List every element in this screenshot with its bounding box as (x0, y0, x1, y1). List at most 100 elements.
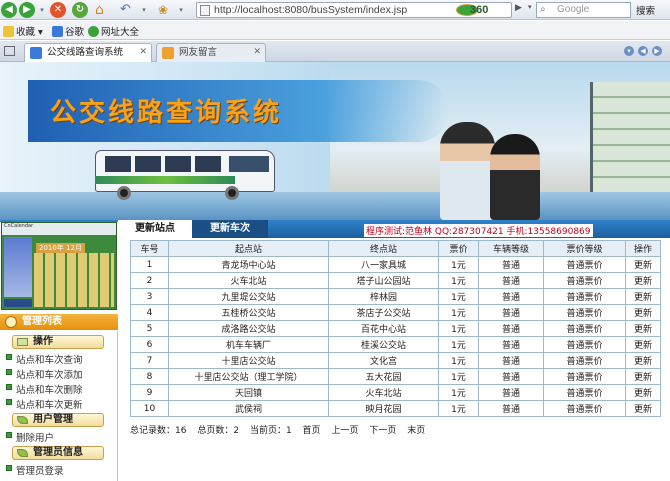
address-bar[interactable]: http://localhost:8080/busSystem/index.js… (196, 2, 512, 18)
prev-page-link[interactable]: 上一页 (331, 426, 358, 436)
sidebar-item-query[interactable]: 站点和车次查询 (6, 352, 83, 366)
tab-scroll-left-icon[interactable]: ◀ (638, 46, 648, 56)
table-cell: 普通票价 (543, 320, 626, 337)
cell-action: 更新 (625, 400, 661, 417)
undo-dropdown-icon[interactable]: ▾ (139, 4, 149, 16)
google-icon (52, 26, 63, 37)
table-cell: 九里堤公交站 (168, 288, 329, 305)
refresh-icon[interactable]: ↻ (72, 2, 88, 18)
sidebar-menu: 操作 站点和车次查询 站点和车次添加 站点和车次删除 站点和车次更新 用户管理 … (0, 331, 118, 481)
table-row: 4 五桂桥公交站 茶店子公交站 1元 普通 普通票价 更新 (130, 304, 661, 321)
close-tab-icon[interactable]: ✕ (139, 44, 147, 61)
calendar-header: CnCalendar (2, 223, 116, 235)
table-cell: 普通 (478, 256, 544, 273)
table-cell: 桂溪公交站 (328, 336, 439, 353)
update-link[interactable]: 更新 (634, 386, 652, 399)
bullet-icon (6, 432, 12, 438)
table-cell: 梓林园 (328, 288, 439, 305)
globe-icon (88, 26, 99, 37)
table-cell: 塔子山公园站 (328, 272, 439, 289)
leaf-icon (17, 449, 28, 457)
tab-scroll-right-icon[interactable]: ▶ (652, 46, 662, 56)
table-cell: 普通票价 (543, 400, 626, 417)
history-dropdown-icon[interactable]: ▾ (37, 4, 47, 16)
next-page-link[interactable]: 下一页 (369, 426, 396, 436)
update-link[interactable]: 更新 (634, 370, 652, 383)
calendar-grid[interactable] (34, 253, 114, 307)
table-row: 8 十里店公交站（理工学院） 五大花园 1元 普通 普通票价 更新 (130, 368, 661, 385)
sidebar-item-admin-login[interactable]: 管理员登录 (6, 463, 64, 477)
favorites-label: 收藏 (16, 27, 36, 38)
stop-icon[interactable]: ✕ (50, 2, 66, 18)
update-link[interactable]: 更新 (634, 306, 652, 319)
first-page-link[interactable]: 首页 (303, 426, 321, 436)
sidebar-item-delete[interactable]: 站点和车次删除 (6, 382, 83, 396)
passengers-image (440, 112, 570, 220)
table-cell: 6 (130, 336, 169, 353)
sidebar-toggle-icon[interactable] (4, 46, 15, 56)
table-cell: 9 (130, 384, 169, 401)
back-arrow-icon[interactable]: ◀ (1, 2, 17, 18)
table-cell: 茶店子公交站 (328, 304, 439, 321)
favorite-google-label: 谷歌 (65, 27, 85, 38)
undo-tab-icon[interactable]: ↶ (120, 2, 136, 18)
table-cell: 青龙场中心站 (168, 256, 329, 273)
table-cell: 普通票价 (543, 336, 626, 353)
update-link[interactable]: 更新 (634, 290, 652, 303)
home-icon[interactable]: ⌂ (95, 2, 113, 18)
table-cell: 1元 (438, 336, 479, 353)
update-link[interactable]: 更新 (634, 338, 652, 351)
favorites-menu[interactable]: 收藏 ▾ (3, 24, 43, 38)
update-link[interactable]: 更新 (634, 274, 652, 287)
section-admin-info[interactable]: 管理员信息 (12, 446, 104, 460)
calendar-month: 2010年 12月 (36, 243, 85, 253)
url-text[interactable]: http://localhost:8080/busSystem/index.js… (214, 4, 407, 16)
close-tab-icon[interactable]: ✕ (253, 44, 261, 61)
col-header: 票价等级 (543, 240, 626, 257)
table-cell: 十里店公交站（理工学院） (168, 368, 329, 385)
calendar-widget[interactable]: CnCalendar 2010年 12月 (1, 222, 117, 310)
table-cell: 普通票价 (543, 368, 626, 385)
sidebar-item-add[interactable]: 站点和车次添加 (6, 367, 83, 381)
sidebar-item-label: 站点和车次查询 (16, 355, 83, 366)
go-icon[interactable]: ▶ (515, 3, 527, 17)
table-row: 3 九里堤公交站 梓林园 1元 普通 普通票价 更新 (130, 288, 661, 305)
update-link[interactable]: 更新 (634, 354, 652, 367)
tab-bus-system[interactable]: 公交线路查询系统 ✕ (24, 43, 152, 62)
table-row: 1 青龙场中心站 八一家具城 1元 普通 普通票价 更新 (130, 256, 661, 273)
update-link[interactable]: 更新 (634, 322, 652, 335)
table-cell: 8 (130, 368, 169, 385)
tab-update-stations[interactable]: 更新站点 (118, 220, 192, 238)
update-link[interactable]: 更新 (634, 258, 652, 271)
table-cell: 1元 (438, 400, 479, 417)
tab-list-icon[interactable]: ▾ (624, 46, 634, 56)
cell-action: 更新 (625, 320, 661, 337)
tab-update-routes[interactable]: 更新车次 (192, 220, 268, 238)
forward-arrow-icon[interactable]: ▶ (19, 2, 35, 18)
bullet-icon (6, 369, 12, 375)
paw-icon[interactable]: ❀ (158, 2, 174, 18)
table-cell: 普通票价 (543, 352, 626, 369)
table-cell: 普通 (478, 336, 544, 353)
favorite-site-directory[interactable]: 网址大全 (88, 24, 139, 38)
sidebar-item-update[interactable]: 站点和车次更新 (6, 397, 83, 411)
cell-action: 更新 (625, 352, 661, 369)
section-operations[interactable]: 操作 (12, 335, 104, 349)
table-cell: 普通 (478, 368, 544, 385)
search-icon: ⌕ (540, 4, 546, 15)
search-input[interactable]: ⌕ Google (536, 2, 631, 18)
update-link[interactable]: 更新 (634, 402, 652, 415)
tab-guestbook[interactable]: 网友留言 ✕ (156, 43, 266, 62)
search-button[interactable]: 搜索 (636, 3, 655, 17)
table-cell: 1元 (438, 256, 479, 273)
table-row: 9 天回镇 火车北站 1元 普通 普通票价 更新 (130, 384, 661, 401)
section-user-management[interactable]: 用户管理 (12, 413, 104, 427)
table-row: 6 机车车辆厂 桂溪公交站 1元 普通 普通票价 更新 (130, 336, 661, 353)
sidebar-item-delete-user[interactable]: 删除用户 (6, 430, 54, 444)
table-cell: 普通 (478, 352, 544, 369)
table-cell: 五大花园 (328, 368, 439, 385)
last-page-link[interactable]: 末页 (407, 426, 425, 436)
favorite-google[interactable]: 谷歌 (52, 24, 84, 38)
paw-dropdown-icon[interactable]: ▾ (176, 4, 186, 16)
table-cell: 1元 (438, 320, 479, 337)
